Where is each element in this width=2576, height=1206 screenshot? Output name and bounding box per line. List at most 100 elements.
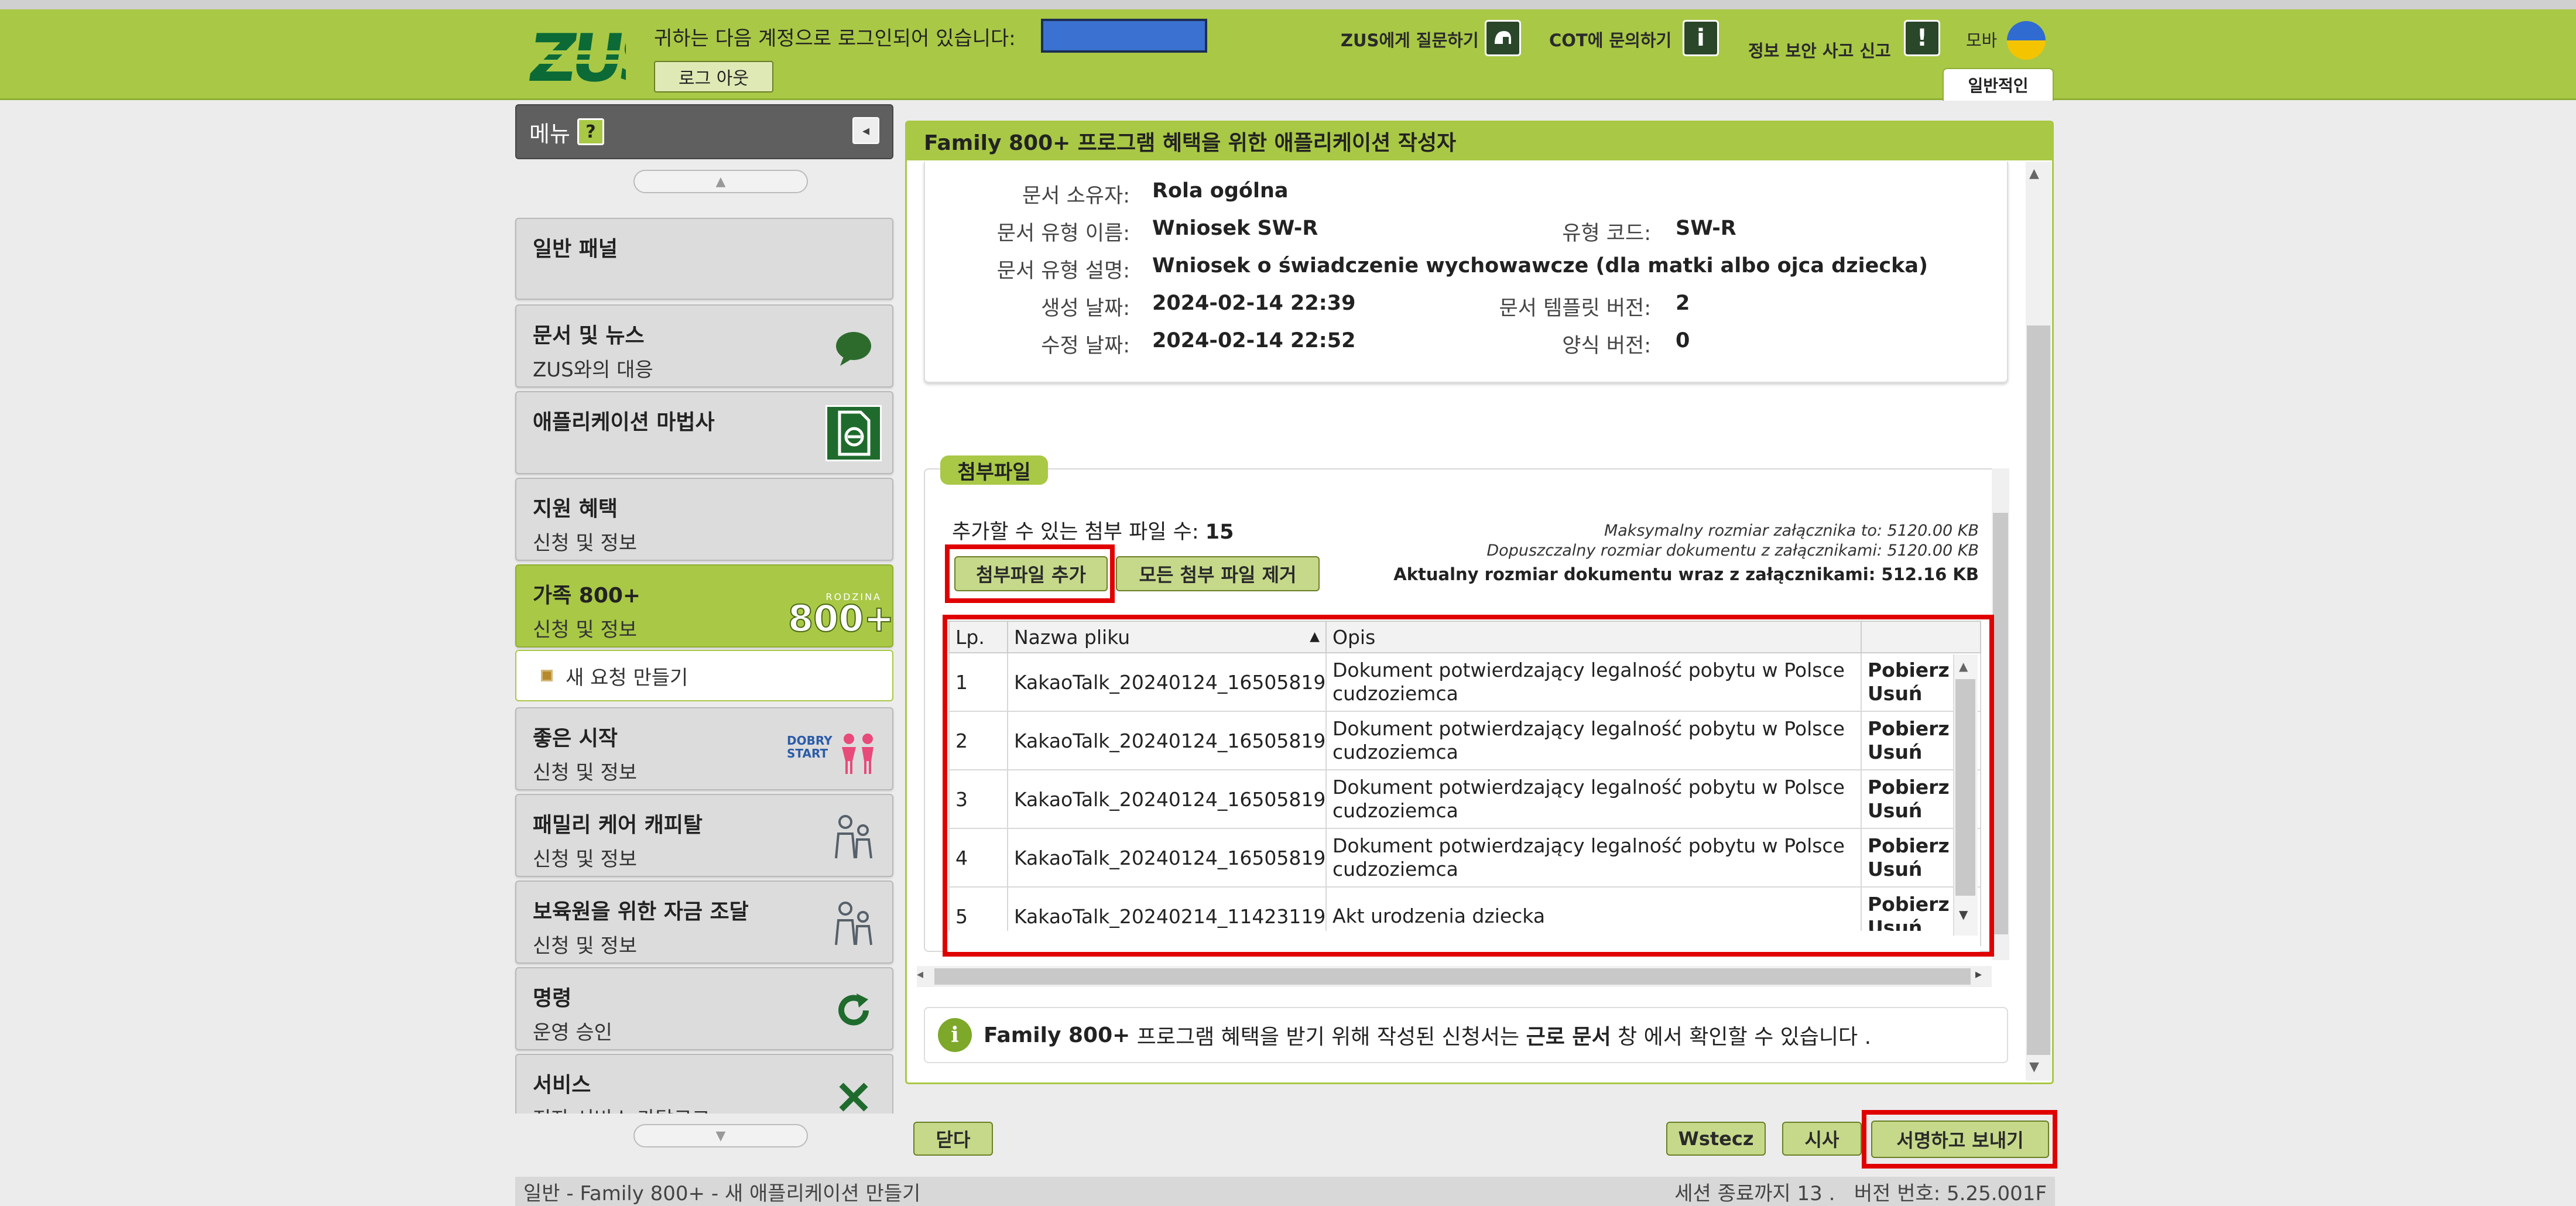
cell-description: Dokument potwierdzający legalność pobytu… (1325, 711, 1862, 770)
cell-file-name: KakaoTalk_20240124_165058198_0 (1007, 769, 1327, 829)
brand-small-text: DOBRY (787, 734, 833, 748)
top-strip (0, 0, 2576, 9)
sidebar-item-title: 보육원을 위한 자금 조달 (533, 900, 749, 924)
info-text-1: 프로그램 혜택을 받기 위해 작성된 신청서는 (1136, 1025, 1520, 1049)
horizontal-scrollbar-thumb[interactable] (934, 968, 1971, 985)
info-bold-docs: 근로 문서 (1526, 1025, 1611, 1049)
family-icon (825, 896, 882, 952)
speech-bubble-icon (825, 321, 882, 377)
sidebar-item-services-wrap: 서비스 전자 서비스 카탈로그 (515, 1054, 893, 1114)
sidebar-subitem-new-request[interactable]: 새 요청 만들기 (515, 650, 893, 701)
logout-button[interactable]: 로그 아웃 (654, 61, 773, 92)
created-value: 2024-02-14 22:39 (1152, 292, 1356, 315)
type-desc-label: 문서 유형 설명: (996, 259, 1130, 283)
column-header-description[interactable]: Opis (1325, 621, 1862, 653)
back-button[interactable]: Wstecz (1666, 1122, 1766, 1156)
sidebar-item-orders[interactable]: 명령 운영 승인 (515, 967, 893, 1050)
type-name-label: 문서 유형 이름: (996, 222, 1130, 245)
dobry-start-logo: DOBRY START (787, 732, 881, 779)
cell-file-name: KakaoTalk_20240124_165058198_0 (1007, 652, 1327, 712)
info-icon[interactable]: i (1683, 20, 1719, 56)
sidebar-item-family-care-capital[interactable]: 패밀리 케어 캐피탈 신청 및 정보 (515, 794, 893, 877)
family-icon (825, 809, 882, 865)
menu-scroll-down-button[interactable]: ▼ (633, 1124, 808, 1147)
attachment-count-label: 추가할 수 있는 첨부 파일 수: (952, 520, 1199, 544)
sidebar-item-subtitle: 운영 승인 (533, 1021, 612, 1044)
type-name-value: Wniosek SW-R (1152, 217, 1318, 240)
sidebar-item-app-wizard[interactable]: 애플리케이션 마법사 (515, 391, 893, 474)
sidebar-item-documents[interactable]: 문서 및 뉴스 ZUS와의 대응 (515, 304, 893, 388)
panel-scrollbar-thumb[interactable] (2027, 326, 2050, 1055)
sidebar-item-general-panel[interactable]: 일반 패널 (515, 218, 893, 300)
column-header-lp[interactable]: Lp. (948, 621, 1008, 653)
modified-value: 2024-02-14 22:52 (1152, 329, 1356, 352)
attachments-legend: 첨부파일 (940, 455, 1048, 485)
column-header-file-name[interactable]: Nazwa pliku ▲ (1007, 621, 1327, 653)
sidebar-item-subtitle: 전자 서비스 카탈로그 (533, 1103, 876, 1114)
menu-label: 메뉴 (529, 121, 570, 147)
sidebar-item-nursery-funding[interactable]: 보육원을 위한 자금 조달 신청 및 정보 (515, 880, 893, 964)
logged-in-text: 귀하는 다음 계정으로 로그인되어 있습니다: (654, 27, 1016, 50)
table-scroll-down-icon[interactable]: ▼ (1959, 907, 1968, 921)
sidebar-item-services[interactable]: 서비스 전자 서비스 카탈로그 (515, 1054, 893, 1114)
table-row: 4 KakaoTalk_20240124_165058198_0 Dokumen… (948, 828, 1981, 888)
cot-contact-link[interactable]: COT에 문의하기 (1549, 27, 1671, 52)
mobile-link[interactable]: 모바 (1966, 27, 1997, 52)
alert-icon[interactable]: ! (1904, 20, 1940, 56)
helmet-icon[interactable] (1485, 20, 1521, 56)
cell-file-name: KakaoTalk_20240124_165058198_0 (1007, 828, 1327, 888)
sidebar-item-support-benefits[interactable]: 지원 혜택 신청 및 정보 (515, 478, 893, 561)
tab-general[interactable]: 일반적인 (1943, 68, 2054, 101)
current-size-text: Aktualny rozmiar dokumentu wraz z załącz… (1393, 564, 1979, 584)
scroll-left-icon[interactable]: ◂ (917, 967, 923, 982)
add-attachment-button[interactable]: 첨부파일 추가 (954, 556, 1108, 591)
menu-help-icon[interactable]: ? (577, 118, 604, 145)
menu-header: 메뉴 ? (515, 104, 893, 159)
cell-lp: 2 (948, 711, 1008, 770)
preview-button[interactable]: 시사 (1782, 1122, 1862, 1156)
remove-all-attachments-button[interactable]: 모든 첨부 파일 제거 (1116, 556, 1320, 591)
table-row: 3 KakaoTalk_20240124_165058198_0 Dokumen… (948, 769, 1981, 829)
sidebar-item-family-800[interactable]: 가족 800+ 신청 및 정보 RODZINA 800+ (515, 564, 895, 647)
menu-scroll-up-button[interactable]: ▲ (633, 170, 808, 193)
user-account-box (1041, 19, 1207, 53)
sidebar-item-subtitle: 신청 및 정보 (533, 532, 638, 555)
info-bold-program: Family 800+ (984, 1023, 1131, 1047)
zus-logo[interactable]: ZUS (523, 20, 666, 97)
sidebar-item-title: 지원 혜택 (533, 497, 618, 521)
status-bar: 일반 - Family 800+ - 새 애플리케이션 만들기 세션 종료까지 … (515, 1177, 2055, 1206)
ukraine-flag-icon[interactable] (2007, 21, 2046, 60)
cell-description: Dokument potwierdzający legalność pobytu… (1325, 769, 1862, 829)
table-scroll-up-icon[interactable]: ▲ (1959, 659, 1968, 673)
scroll-down-arrow-icon[interactable]: ▼ (2029, 1060, 2039, 1074)
security-report-link[interactable]: 정보 보안 사고 신고 (1748, 37, 1891, 62)
cell-lp: 3 (948, 769, 1008, 829)
sidebar-item-good-start[interactable]: 좋은 시작 신청 및 정보 DOBRY START (515, 707, 893, 790)
sidebar-item-title: 애플리케이션 마법사 (533, 410, 715, 434)
tools-icon (825, 1069, 882, 1114)
app-header (0, 9, 2576, 100)
sidebar-subitem-label: 새 요청 만들기 (566, 666, 688, 690)
owner-label: 문서 소유자: (1022, 184, 1130, 208)
scroll-right-icon[interactable]: ▸ (1975, 967, 1982, 982)
close-button[interactable]: 닫다 (913, 1122, 993, 1156)
max-size-text: Maksymalny rozmiar załącznika to: 5120.0… (1604, 522, 1979, 540)
scroll-up-arrow-icon[interactable]: ▲ (2029, 166, 2039, 181)
type-code-label: 유형 코드: (1562, 222, 1651, 245)
column-header-file-name-label: Nazwa pliku (1014, 625, 1131, 649)
sort-ascending-icon[interactable]: ▲ (1310, 629, 1320, 644)
info-message: i Family 800+ 프로그램 혜택을 받기 위해 작성된 신청서는 근로… (924, 1007, 2008, 1063)
bullet-icon (541, 670, 553, 681)
table-row: 2 KakaoTalk_20240124_165058198_0 Dokumen… (948, 711, 1981, 770)
ask-zus-link[interactable]: ZUS에게 질문하기 (1341, 27, 1479, 52)
table-scrollbar-thumb[interactable] (1955, 679, 1975, 896)
sidebar-item-subtitle: 신청 및 정보 (533, 934, 638, 958)
cell-description: Dokument potwierdzający legalność pobytu… (1325, 652, 1862, 712)
size-limits: Maksymalny rozmiar załącznika to: 5120.0… (1347, 521, 1979, 584)
attachments-scrollbar-thumb[interactable] (1993, 513, 2008, 934)
allowed-size-text: Dopuszczalny rozmiar dokumentu z załączn… (1486, 542, 1979, 560)
sign-and-send-button[interactable]: 서명하고 보내기 (1871, 1121, 2049, 1158)
form-version-value: 0 (1676, 329, 1690, 352)
status-breadcrumb: 일반 - Family 800+ - 새 애플리케이션 만들기 (523, 1181, 921, 1205)
menu-collapse-icon[interactable]: ◂ (852, 117, 879, 144)
